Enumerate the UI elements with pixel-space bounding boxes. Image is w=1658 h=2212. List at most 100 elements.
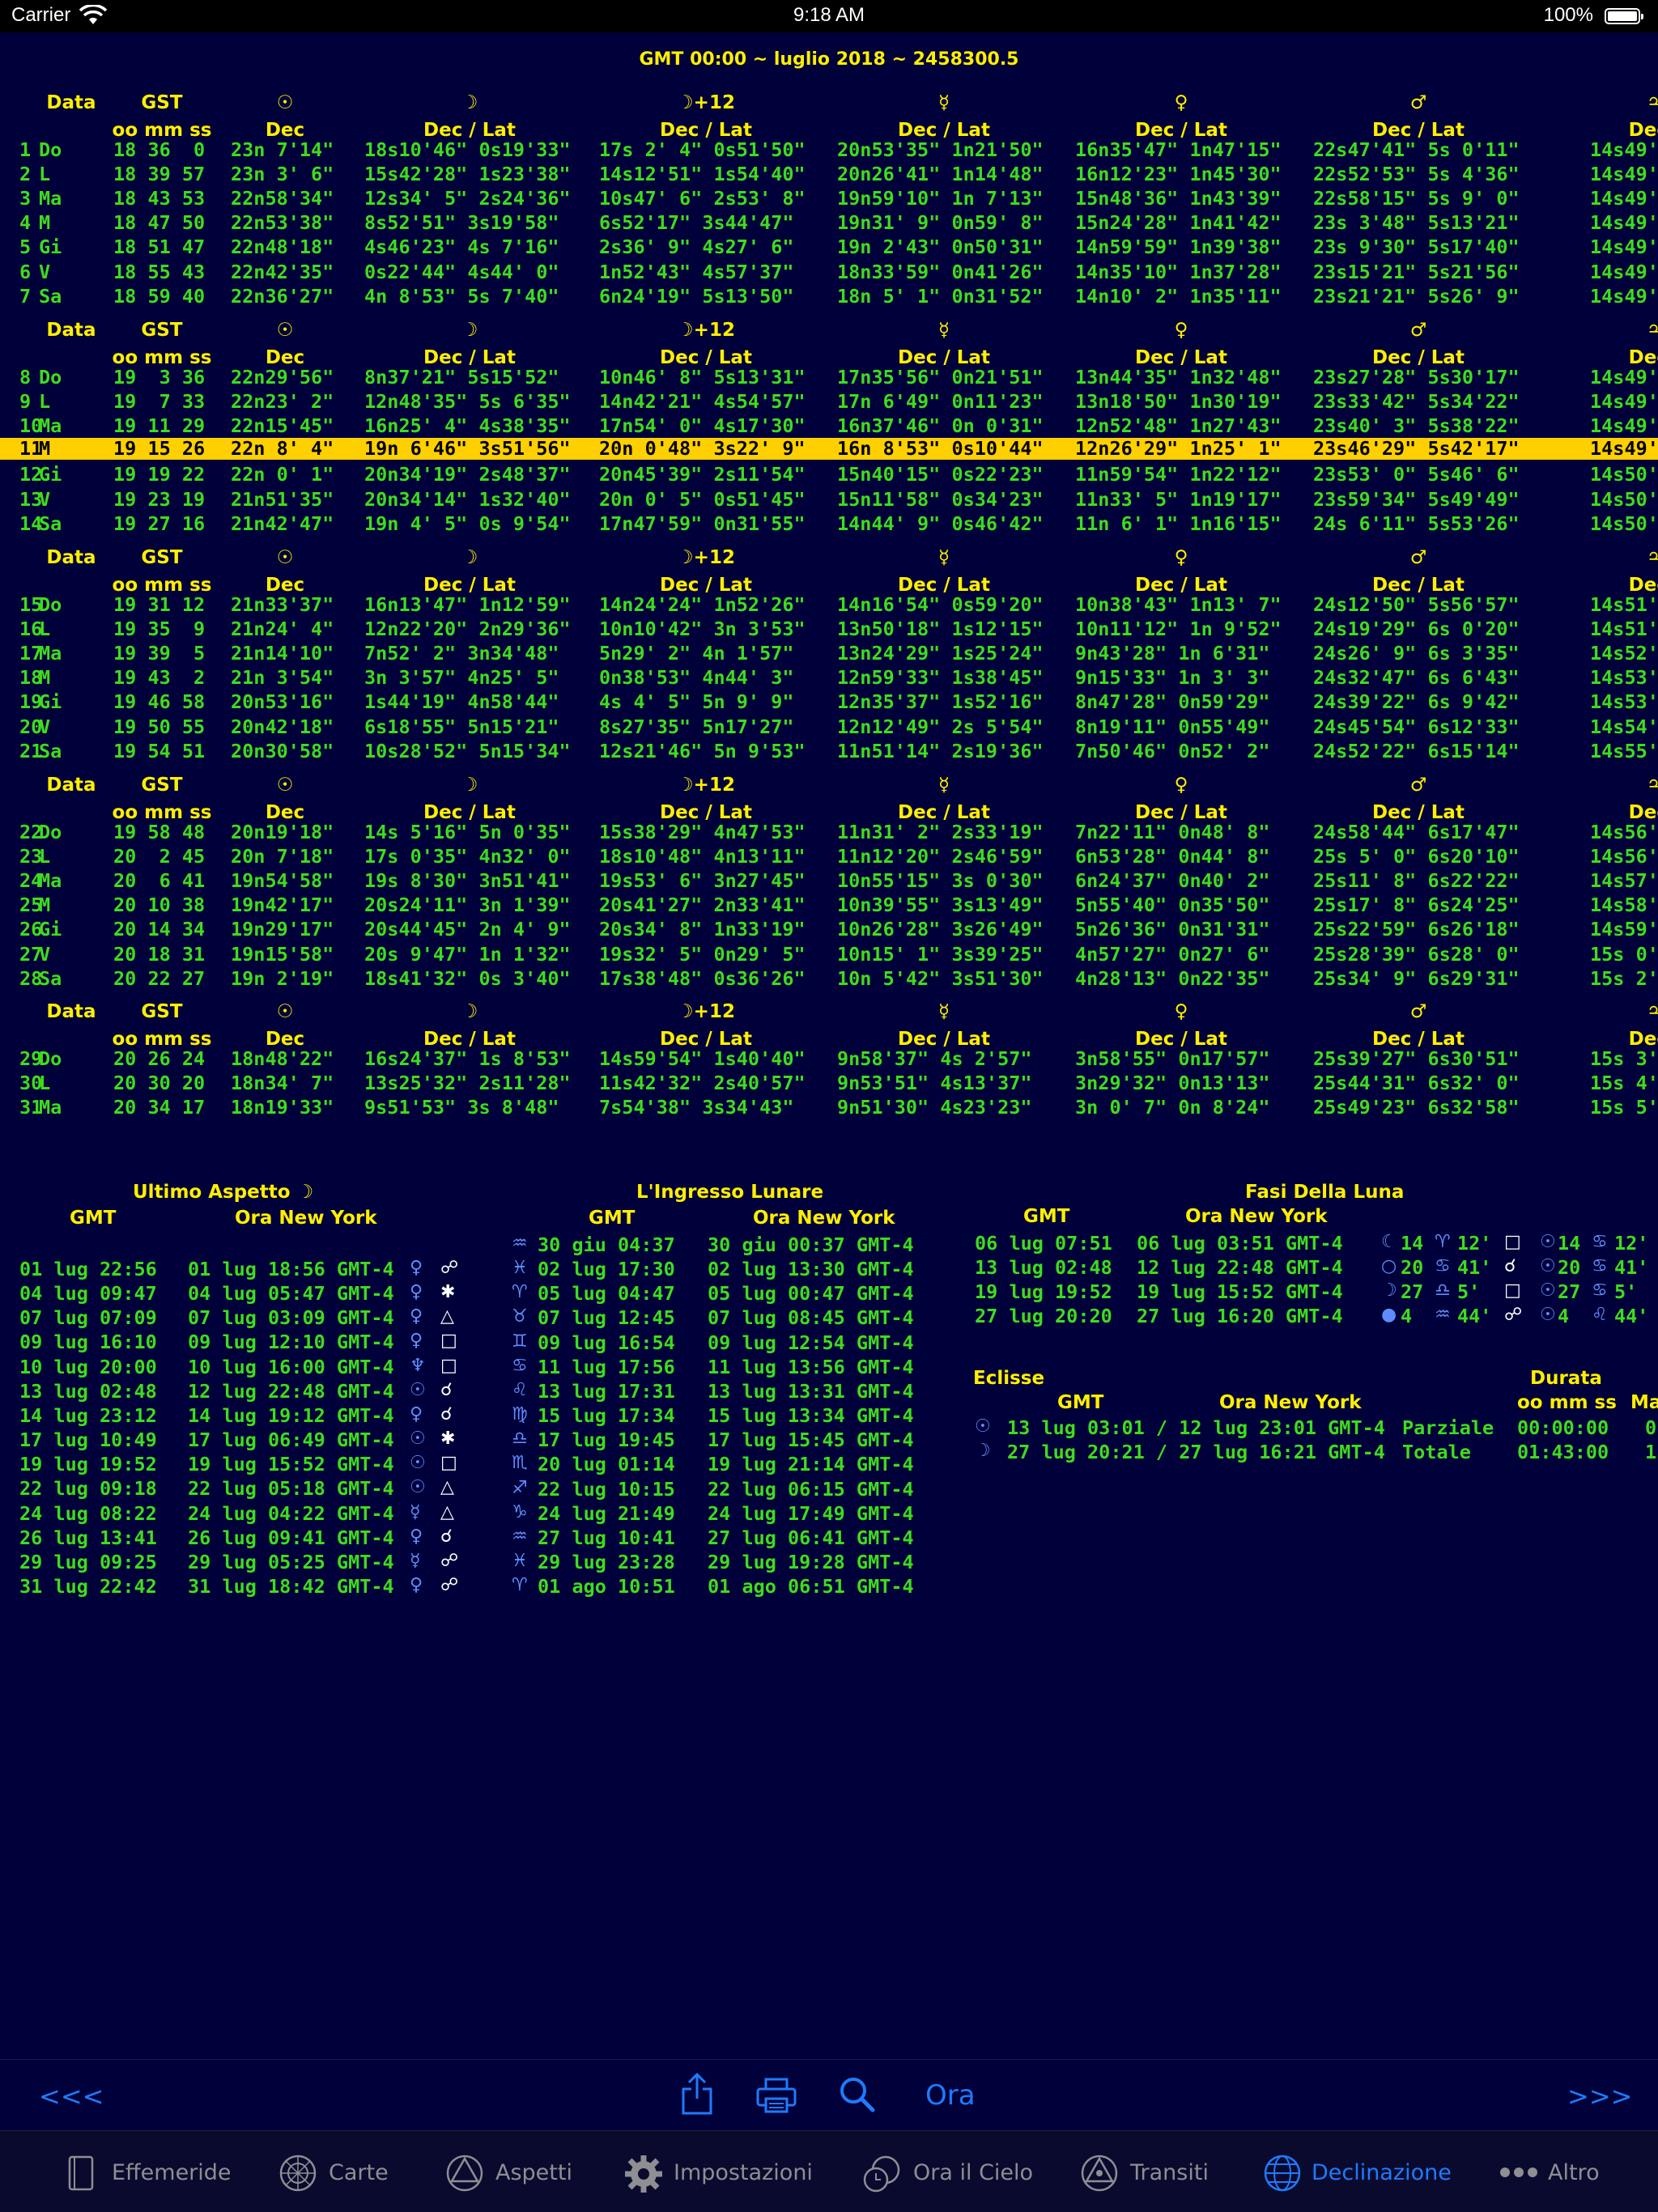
table-cell: 14s49'38"	[1590, 414, 1658, 438]
column-header: ♀	[1174, 547, 1188, 568]
table-row[interactable]: 7 Sa 18 59 40 22n36'27" 4n 8'53" 5s 7'40" 6n2…	[0, 284, 1658, 308]
column-header: ☽+12	[677, 92, 735, 113]
table-cell: 24s12'50" 5s56'57"	[1313, 593, 1520, 616]
zodiac-symbol: ♎	[512, 1429, 528, 1450]
previous-button[interactable]: <<<	[39, 2081, 104, 2112]
table-cell: 4n57'27" 0n27' 6"	[1075, 942, 1270, 966]
table-cell: 24s52'22" 6s15'14"	[1313, 739, 1520, 762]
table-cell: 16n25' 4" 4s38'35"	[364, 414, 571, 438]
ingress-gmt: 20 lug 01:14	[538, 1453, 675, 1476]
table-cell: 25s49'23" 6s32'58"	[1313, 1096, 1520, 1119]
share-icon[interactable]	[680, 2071, 714, 2116]
aspect-gmt: 09 lug 16:10	[19, 1331, 157, 1354]
table-row[interactable]: 26 Gi 20 14 34 19n29'17" 20s44'45" 2n 4' 9" 2…	[0, 917, 1658, 941]
print-icon[interactable]	[756, 2078, 797, 2113]
table-row[interactable]: 28 Sa 20 22 27 19n 2'19" 18s41'32" 0s 3'40" 1…	[0, 966, 1658, 991]
ingress-gmt: 02 lug 17:30	[538, 1258, 675, 1281]
column-header: ☽	[461, 547, 478, 568]
table-cell: 12n48'35" 5s 6'35"	[364, 390, 571, 414]
table-row[interactable]: 6 V 18 55 43 22n42'35" 0s22'44" 4s44' 0" 1n52…	[0, 260, 1658, 284]
table-row[interactable]: 21 Sa 19 54 51 20n30'58" 10s28'52" 5n15'34" 1…	[0, 739, 1658, 763]
degree: 14	[1558, 1232, 1581, 1255]
table-cell: 23s59'34" 5s49'49"	[1313, 487, 1520, 511]
column-header: ☽	[461, 92, 478, 113]
table-cell: 19 39 5	[113, 642, 206, 665]
table-row[interactable]: 13 V 19 23 19 21n51'35" 20n34'14" 1s32'40" 20…	[0, 487, 1658, 512]
tab-label: Carte	[329, 2160, 389, 2185]
table-row[interactable]: 12 Gi 19 19 22 22n 0' 1" 20n34'19" 2s48'37" 2…	[0, 462, 1658, 486]
table-cell: 3n 3'57" 4n25' 5"	[364, 666, 559, 690]
table-cell: 23s46'29" 5s42'17"	[1313, 437, 1520, 461]
table-row[interactable]: 22 Do 19 58 48 20n19'18" 14s 5'16" 5n 0'35" 1…	[0, 820, 1658, 844]
table-row[interactable]: 14 Sa 19 27 16 21n42'47" 19n 4' 5" 0s 9'54" 1…	[0, 512, 1658, 536]
planet-symbol: ♆	[410, 1355, 426, 1376]
minutes: 44'	[1614, 1305, 1649, 1327]
table-row[interactable]: 10 Ma 19 11 29 22n15'45" 16n25' 4" 4s38'35" 1…	[0, 414, 1658, 438]
table-row[interactable]: 17 Ma 19 39 5 21n14'10" 7n52' 2" 3n34'48" 5n2…	[0, 641, 1658, 665]
table-row[interactable]: 24 Ma 20 6 41 19n54'58" 19s 8'30" 3n51'41" 19…	[0, 868, 1658, 893]
table-cell: 19n 2'19"	[231, 966, 334, 990]
aspect-ny: 19 lug 15:52 GMT-4	[188, 1453, 394, 1476]
tab-label: Impostazioni	[674, 2160, 813, 2185]
table-row[interactable]: 18 M 19 43 2 21n 3'54" 3n 3'57" 4n25' 5" 0n38…	[0, 665, 1658, 690]
table-row[interactable]: 8 Do 19 3 36 22n29'56" 8n37'21" 5s15'52" 10n4…	[0, 365, 1658, 389]
table-row[interactable]: 3 Ma 18 43 53 22n58'34" 12s34' 5" 2s24'36" 10…	[0, 186, 1658, 210]
ingress-ny: 29 lug 19:28 GMT-4	[708, 1550, 914, 1573]
aspect-symbol: □	[440, 1453, 457, 1474]
table-cell: 14s52'27"	[1590, 642, 1658, 665]
table-cell: Do	[39, 1047, 62, 1070]
table-cell: 2s36' 9" 4s27' 6"	[599, 236, 794, 259]
search-icon[interactable]	[839, 2076, 876, 2113]
table-cell: 24s58'44" 6s17'47"	[1313, 821, 1520, 843]
table-row[interactable]: 9 L 19 7 33 22n23' 2" 12n48'35" 5s 6'35" 14n4…	[0, 389, 1658, 414]
table-row[interactable]: 25 M 20 10 38 19n42'17" 20s24'11" 3n 1'39" 20…	[0, 893, 1658, 917]
now-button[interactable]: Ora	[925, 2079, 976, 2112]
table-row[interactable]: 31 Ma 20 34 17 18n19'33" 9s51'53" 3s 8'48" 7s…	[0, 1095, 1658, 1119]
table-cell: 20n53'35" 1n21'50"	[837, 138, 1044, 161]
table-cell: 19n29'17"	[231, 918, 334, 941]
table-row[interactable]: 30 L 20 30 20 18n34' 7" 13s25'32" 2s11'28" 11…	[0, 1071, 1658, 1095]
table-row[interactable]: 27 V 20 18 31 19n15'58" 20s 9'47" 1n 1'32" 19…	[0, 942, 1658, 966]
table-row[interactable]: 11 M 19 15 26 22n 8' 4" 19n 6'46" 3s51'56" 20…	[0, 437, 1658, 461]
table-cell: 7n50'46" 0n52' 2"	[1075, 739, 1270, 762]
table-row[interactable]: 5 Gi 18 51 47 22n48'18" 4s46'23" 4s 7'16" 2s3…	[0, 235, 1658, 259]
aspect-gmt: 19 lug 19:52	[19, 1453, 157, 1476]
table-row[interactable]: 19 Gi 19 46 58 20n53'16" 1s44'19" 4n58'44" 4s…	[0, 690, 1658, 714]
table-cell: 23s27'28" 5s30'17"	[1313, 366, 1520, 388]
eclipse-type: Parziale	[1402, 1416, 1494, 1439]
table-cell: Sa	[39, 739, 62, 762]
table-cell: 17n54' 0" 4s17'30"	[599, 414, 806, 438]
table-cell: 14s49'16"	[1590, 236, 1658, 259]
table-cell: Gi	[39, 690, 62, 714]
table-row[interactable]: 16 L 19 35 9 21n24' 4" 12n22'20" 2n29'36" 10n…	[0, 617, 1658, 641]
table-cell: 20 34 17	[113, 1096, 206, 1119]
next-button[interactable]: >>>	[1567, 2081, 1632, 2112]
moon-phase-symbol: ●	[1381, 1305, 1397, 1325]
table-row[interactable]: 29 Do 20 26 24 18n48'22" 16s24'37" 1s 8'53" 1…	[0, 1047, 1658, 1071]
table-cell: 17n35'56" 0n21'51"	[837, 366, 1044, 388]
zodiac-symbol: ♊	[512, 1331, 528, 1352]
table-cell: 22n 0' 1"	[231, 463, 334, 486]
phase-gmt: 13 lug 02:48	[975, 1256, 1112, 1279]
table-cell: 14s51'22"	[1590, 593, 1658, 616]
table-row[interactable]: 4 M 18 47 50 22n53'38" 8s52'51" 3s19'58" 6s52…	[0, 210, 1658, 235]
table-row[interactable]: 2 L 18 39 57 23n 3' 6" 15s42'28" 1s23'38" 14s…	[0, 162, 1658, 186]
table-row[interactable]: 1 Do 18 36 0 23n 7'14" 18s10'46" 0s19'33" 17s…	[0, 138, 1658, 162]
table-cell: 0s22'44" 4s44' 0"	[364, 260, 559, 283]
table-row[interactable]: 15 Do 19 31 12 21n33'37" 16n13'47" 1n12'59" 1…	[0, 592, 1658, 617]
table-cell: 19s53' 6" 3n27'45"	[599, 869, 806, 893]
table-row[interactable]: 20 V 19 50 55 20n42'18" 6s18'55" 5n15'21" 8s2…	[0, 715, 1658, 739]
planet-symbol: ☿	[410, 1501, 421, 1522]
table-cell: 5n26'36" 0n31'31"	[1075, 918, 1270, 941]
table-cell: 18 47 50	[113, 211, 206, 235]
table-cell: 19s32' 5" 0n29' 5"	[599, 942, 806, 966]
column-header: ♃	[1646, 775, 1658, 796]
table-cell: Ma	[39, 1096, 62, 1119]
table-row[interactable]: 23 L 20 2 45 20n 7'18" 17s 0'35" 4n32' 0" 18s…	[0, 844, 1658, 868]
table-cell: 18n34' 7"	[231, 1072, 334, 1095]
zodiac-symbol: ♋	[512, 1355, 528, 1376]
aspect-ny: 31 lug 18:42 GMT-4	[188, 1574, 394, 1598]
table-cell: 19n15'58"	[231, 942, 334, 966]
table-cell: 20 2 45	[113, 845, 206, 868]
table-cell: 18n19'33"	[231, 1096, 334, 1119]
